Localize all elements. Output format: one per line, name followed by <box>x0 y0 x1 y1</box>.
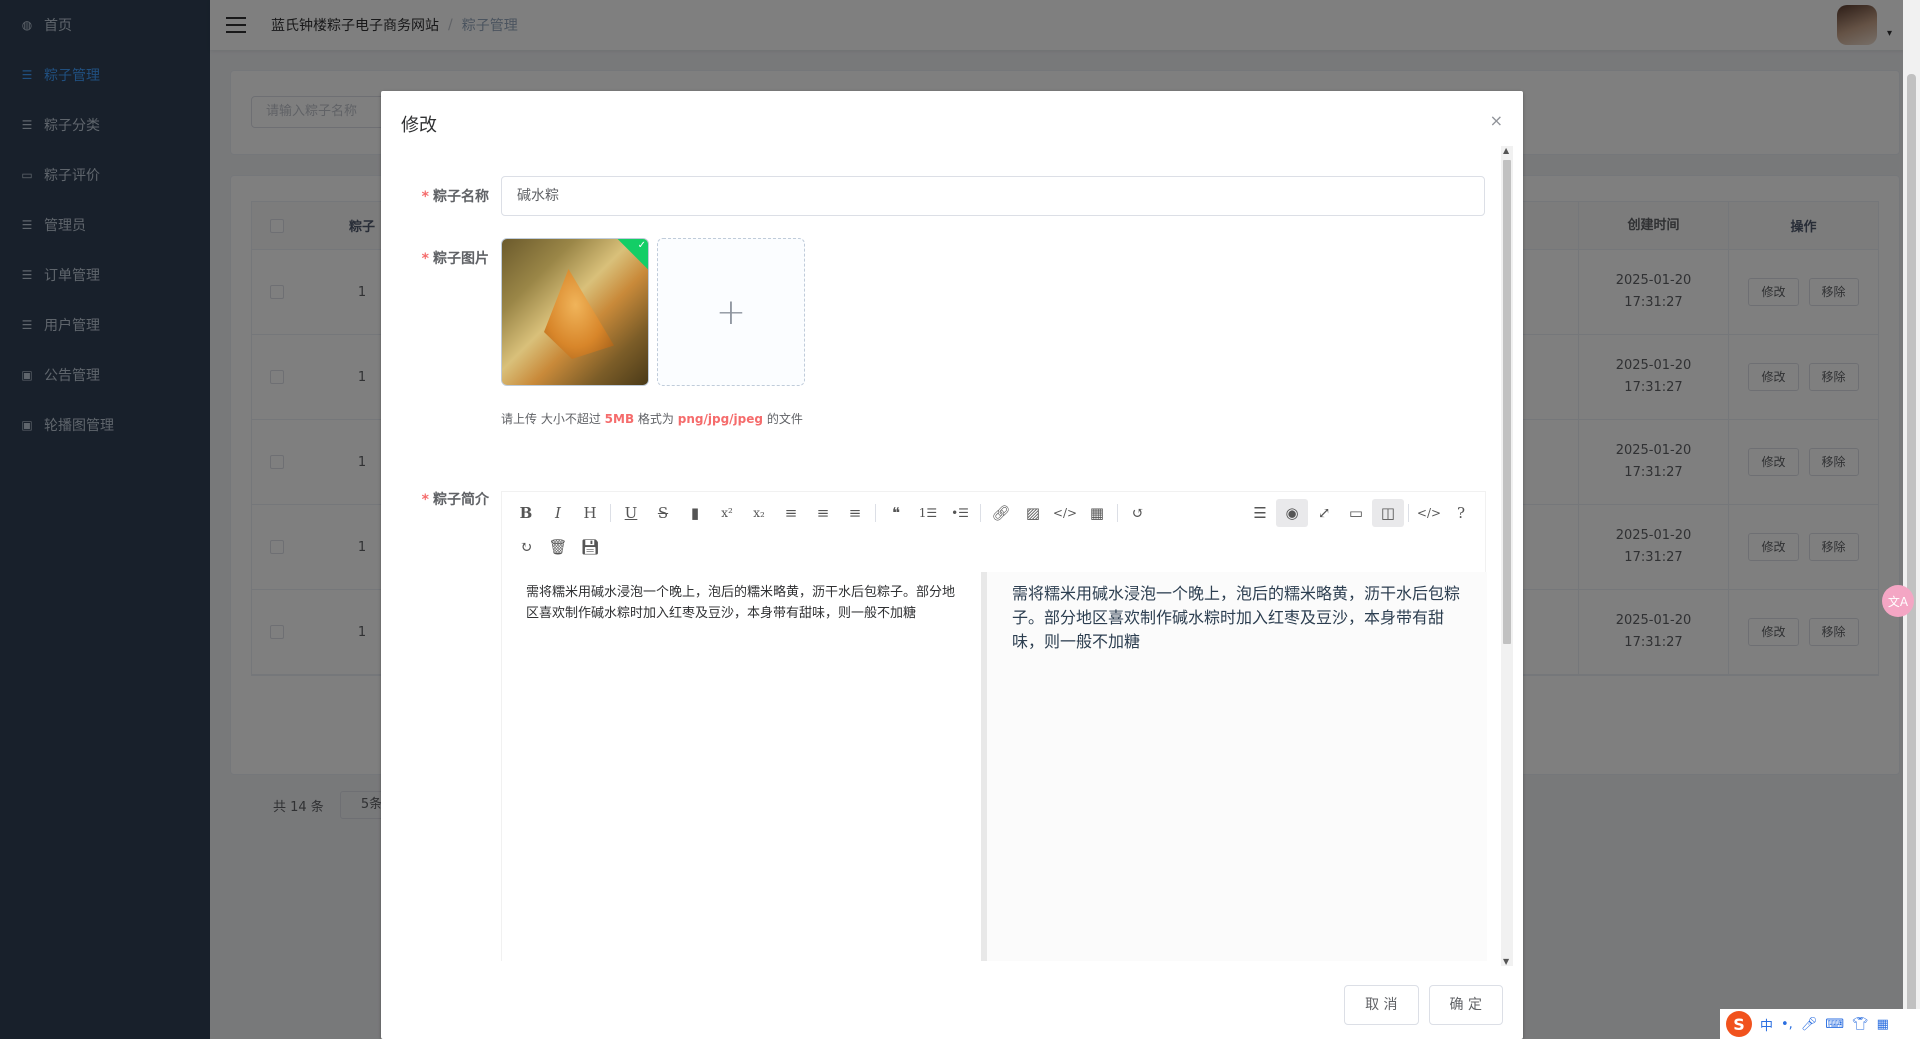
cancel-button[interactable]: 取 消 <box>1344 985 1419 1025</box>
image-icon[interactable]: ▨ <box>1017 499 1049 527</box>
upload-add-button[interactable]: + <box>657 238 805 386</box>
help-icon[interactable]: ? <box>1445 499 1477 527</box>
edit-dialog: 修改 × * 粽子名称 碱水粽 * 粽子图片 ✓ + 请上传 大小不超过 5MB 格… <box>381 91 1523 1039</box>
editor-toolbar: B I H U S ▮ x² x₂ ≡ ≡ ≡ ❝ 1☰ •☰ 🔗︎ ▨ </>… <box>502 492 1485 572</box>
upload-success-badge: ✓ <box>616 239 648 271</box>
read-mode-icon[interactable]: ▭ <box>1340 499 1372 527</box>
editor-preview: 需将糯米用碱水浸泡一个晚上，泡后的糯米略黄，沥干水后包粽子。部分地区喜欢制作碱水… <box>987 572 1487 961</box>
ordered-list-icon[interactable]: 1☰ <box>912 499 944 527</box>
underline-icon[interactable]: U <box>615 499 647 527</box>
html-code-icon[interactable]: </> <box>1413 499 1445 527</box>
sogou-logo-icon[interactable]: S <box>1726 1011 1752 1037</box>
quote-icon[interactable]: ❝ <box>880 499 912 527</box>
fullscreen-icon[interactable]: ⤢ <box>1308 499 1340 527</box>
preview-icon[interactable]: ◉ <box>1276 499 1308 527</box>
plus-icon: + <box>715 291 747 333</box>
form-label-image: * 粽子图片 <box>421 251 489 267</box>
zongzi-image <box>544 269 614 359</box>
undo-icon[interactable]: ↺ <box>1122 499 1154 527</box>
uploaded-image[interactable]: ✓ <box>501 238 649 386</box>
align-center-icon[interactable]: ≡ <box>807 499 839 527</box>
navigation-icon[interactable]: ☰ <box>1244 499 1276 527</box>
redo-icon[interactable]: ↻ <box>510 533 542 561</box>
scrollbar-thumb[interactable] <box>1503 160 1511 644</box>
form-label-name: * 粽子名称 <box>421 189 489 205</box>
editor-textarea[interactable]: 需将糯米用碱水浸泡一个晚上，泡后的糯米略黄，沥干水后包粽子。部分地区喜欢制作碱水… <box>502 572 987 961</box>
punctuation-icon[interactable]: •, <box>1781 1017 1793 1032</box>
table-icon[interactable]: ▦ <box>1081 499 1113 527</box>
align-right-icon[interactable]: ≡ <box>839 499 871 527</box>
subscript-icon[interactable]: x₂ <box>743 499 775 527</box>
close-icon[interactable]: × <box>1490 111 1503 130</box>
align-left-icon[interactable]: ≡ <box>775 499 807 527</box>
strikethrough-icon[interactable]: S <box>647 499 679 527</box>
page-scrollbar[interactable] <box>1903 0 1920 1039</box>
code-icon[interactable]: </> <box>1049 499 1081 527</box>
bold-icon[interactable]: B <box>510 499 542 527</box>
confirm-button[interactable]: 确 定 <box>1428 985 1503 1025</box>
name-field[interactable]: 碱水粽 <box>501 176 1485 216</box>
scroll-up-icon: ▲ <box>1503 146 1510 155</box>
page-scrollbar-thumb[interactable] <box>1907 74 1916 1034</box>
ime-lang[interactable]: 中 <box>1760 1015 1773 1034</box>
upload-tip: 请上传 大小不超过 5MB 格式为 png/jpg/jpeg 的文件 <box>501 412 803 426</box>
check-icon: ✓ <box>637 239 646 251</box>
skin-icon[interactable]: 👕︎ <box>1852 1017 1869 1032</box>
dialog-footer: 取 消 确 定 <box>1344 985 1503 1025</box>
scroll-down-icon: ▼ <box>1503 957 1510 966</box>
form-label-intro: * 粽子简介 <box>421 492 489 508</box>
dialog-body: * 粽子名称 碱水粽 * 粽子图片 ✓ + 请上传 大小不超过 5MB 格式为 pn… <box>381 146 1523 961</box>
dialog-title: 修改 <box>401 115 437 136</box>
ime-toolbar: S 中 •, 🎤︎ ⌨ 👕︎ ▦ <box>1720 1009 1920 1039</box>
apps-icon[interactable]: ▦ <box>1877 1017 1889 1032</box>
header-icon[interactable]: H <box>574 499 606 527</box>
subfield-icon[interactable]: ◫ <box>1372 499 1404 527</box>
link-icon[interactable]: 🔗︎ <box>985 499 1017 527</box>
bookmark-icon[interactable]: ▮ <box>679 499 711 527</box>
unordered-list-icon[interactable]: •☰ <box>944 499 976 527</box>
microphone-icon[interactable]: 🎤︎ <box>1801 1017 1818 1032</box>
dialog-scrollbar[interactable]: ▲ ▼ <box>1501 146 1513 966</box>
superscript-icon[interactable]: x² <box>711 499 743 527</box>
save-icon[interactable]: 💾︎ <box>574 533 606 561</box>
trash-icon[interactable]: 🗑︎ <box>542 533 574 561</box>
keyboard-icon[interactable]: ⌨ <box>1825 1017 1844 1032</box>
translate-icon[interactable]: 文A <box>1882 585 1914 617</box>
italic-icon[interactable]: I <box>542 499 574 527</box>
markdown-editor: B I H U S ▮ x² x₂ ≡ ≡ ≡ ❝ 1☰ •☰ 🔗︎ ▨ </>… <box>501 491 1487 961</box>
editor-panes: 需将糯米用碱水浸泡一个晚上，泡后的糯米略黄，沥干水后包粽子。部分地区喜欢制作碱水… <box>502 572 1487 961</box>
